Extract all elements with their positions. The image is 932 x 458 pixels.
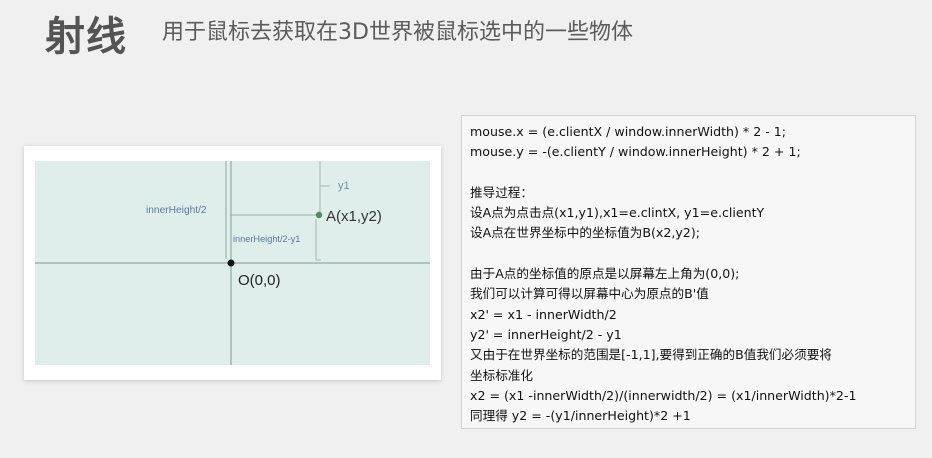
y2-prime-formula: y2' = innerHeight/2 - y1 xyxy=(470,326,622,342)
slide: 射线 用于鼠标去获取在3D世界被鼠标选中的一些物体 innerHeight/2 … xyxy=(0,0,932,458)
ray-diagram-card: innerHeight/2 innerHeight/2-y1 y1 A(x1,y… xyxy=(24,146,441,380)
origin-label: O(0,0) xyxy=(238,272,281,289)
normalization-note: 又由于在世界坐标的范围是[-1,1],要得到正确的B值我们必须要将 xyxy=(470,347,832,363)
screen-origin-note: 由于A点的坐标值的原点是以屏幕左上角为(0,0); xyxy=(470,266,740,282)
derivation-heading: 推导过程： xyxy=(470,184,533,200)
point-b-definition: 设A点在世界坐标中的坐标值为B(x2,y2); xyxy=(470,225,700,241)
x2-prime-formula: x2' = x1 - innerWidth/2 xyxy=(470,306,617,322)
normalization-note-continued: 坐标标准化 xyxy=(470,367,533,383)
page-subtitle: 用于鼠标去获取在3D世界被鼠标选中的一些物体 xyxy=(162,20,633,45)
inner-height-half-label: innerHeight/2 xyxy=(146,205,207,216)
point-a-definition: 设A点为点击点(x1,y1),x1=e.clintX, y1=e.clientY xyxy=(470,205,765,221)
y2-formula: 同理得 y2 = -(y1/innerHeight)*2 +1 xyxy=(470,408,691,424)
point-a-marker xyxy=(315,211,323,219)
derivation-code-panel: mouse.x = (e.clientX / window.innerWidth… xyxy=(461,115,916,429)
origin-marker xyxy=(227,259,235,267)
mouse-x-formula: mouse.x = (e.clientX / window.innerWidth… xyxy=(470,124,787,139)
point-a-label: A(x1,y2) xyxy=(326,208,382,225)
ray-coordinate-diagram: innerHeight/2 innerHeight/2-y1 y1 A(x1,y… xyxy=(35,161,430,365)
center-origin-note: 我们可以计算可得以屏幕中心为原点的B'值 xyxy=(470,286,709,302)
mouse-y-formula: mouse.y = -(e.clientY / window.innerHeig… xyxy=(470,144,801,160)
x2-formula: x2 = (x1 -innerWidth/2)/(innerwidth/2) =… xyxy=(470,387,857,403)
inner-height-half-minus-y1-label: innerHeight/2-y1 xyxy=(233,234,300,244)
page-title: 射线 xyxy=(45,14,127,60)
y1-label: y1 xyxy=(338,180,350,192)
